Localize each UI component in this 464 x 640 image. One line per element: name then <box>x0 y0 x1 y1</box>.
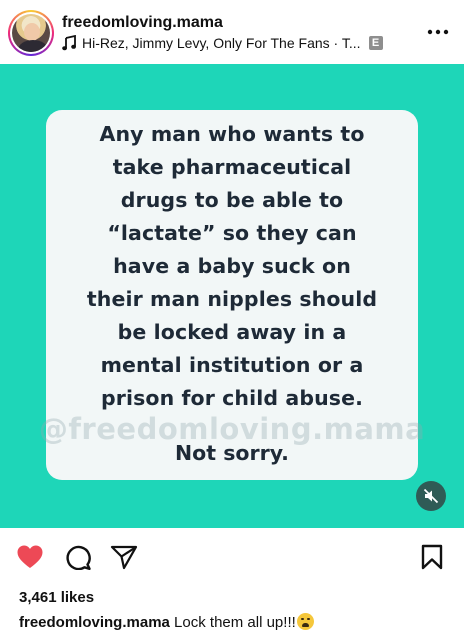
watermark: @freedomloving.mama <box>38 412 426 446</box>
quote-line: prison for child abuse. <box>101 386 363 410</box>
quote-line: mental institution or a <box>100 353 364 377</box>
avatar-body <box>18 40 48 52</box>
heart-filled-icon[interactable] <box>16 544 44 570</box>
quote-line: “lactate” so they can <box>107 221 357 245</box>
post-username[interactable]: freedomloving.mama <box>62 14 223 32</box>
paper-plane-icon[interactable] <box>110 544 138 570</box>
more-horizontal-icon[interactable] <box>426 28 450 36</box>
quote-line: their man nipples should <box>86 287 378 311</box>
quote-text: Any man who wants to take pharmaceutical… <box>64 118 400 415</box>
quote-line: have a baby suck on <box>113 254 351 278</box>
quote-line: take pharmaceutical <box>112 155 352 179</box>
bookmark-icon[interactable] <box>418 544 446 570</box>
post-header: freedomloving.mama Hi-Rez, Jimmy Levy, O… <box>0 0 464 64</box>
music-note-icon <box>62 35 76 51</box>
mute-button[interactable] <box>416 481 446 511</box>
caption: freedomloving.mama Lock them all up!!! <box>19 613 314 631</box>
quote-line: be locked away in a <box>117 320 347 344</box>
avatar-face <box>24 23 40 41</box>
speaker-muted-icon <box>423 488 439 504</box>
action-bar <box>0 528 464 584</box>
weary-face-emoji <box>296 613 314 630</box>
post-image[interactable]: Any man who wants to take pharmaceutical… <box>0 64 464 528</box>
caption-username[interactable]: freedomloving.mama <box>19 614 170 631</box>
caption-text: Lock them all up!!! <box>174 614 296 631</box>
comment-bubble-icon[interactable] <box>64 544 92 570</box>
avatar[interactable] <box>12 14 50 52</box>
story-ring[interactable] <box>8 10 54 56</box>
explicit-badge: E <box>368 36 383 50</box>
likes-count[interactable]: 3,461 likes <box>19 589 94 606</box>
audio-attribution[interactable]: Hi-Rez, Jimmy Levy, Only For The Fans · … <box>62 35 383 51</box>
quote-line: Any man who wants to <box>99 122 365 146</box>
quote-line: drugs to be able to <box>120 188 344 212</box>
audio-track-label[interactable]: Hi-Rez, Jimmy Levy, Only For The Fans · … <box>82 35 361 51</box>
avatar-frame <box>10 12 52 54</box>
